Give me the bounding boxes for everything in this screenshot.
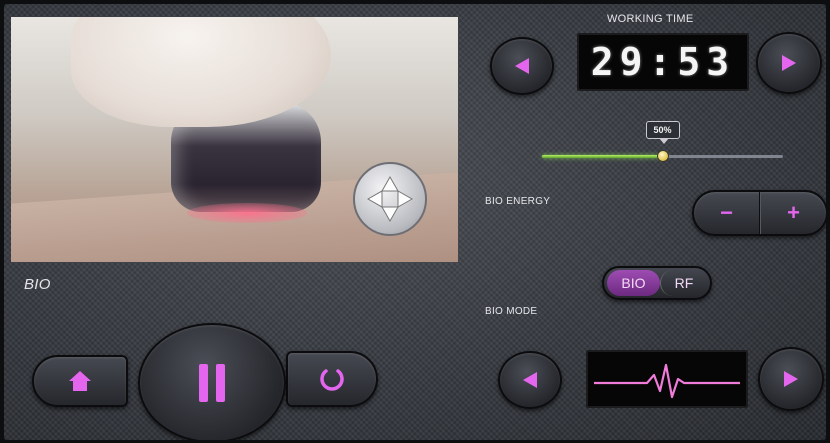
arrow-left-icon: [515, 58, 529, 74]
mode-option-bio[interactable]: BIO: [607, 270, 660, 296]
energy-slider-fill: [542, 155, 663, 158]
working-time-display: 29:53: [577, 33, 749, 91]
waveform-next-button[interactable]: [758, 347, 824, 411]
energy-slider-thumb[interactable]: [656, 150, 669, 162]
video-device-glow: [187, 203, 307, 223]
home-button[interactable]: [32, 355, 128, 407]
energy-stepper: − +: [692, 190, 826, 236]
plus-icon: +: [787, 200, 800, 225]
energy-slider[interactable]: 50%: [542, 121, 783, 162]
heartbeat-wave-icon: [594, 363, 740, 399]
arrow-right-icon: [782, 55, 796, 71]
minus-icon: −: [720, 200, 733, 225]
waveform-display: [586, 350, 748, 408]
bio-mode-label: BIO MODE: [485, 306, 538, 317]
treatment-video[interactable]: [11, 17, 458, 262]
video-label: BIO: [24, 276, 51, 293]
working-time-value: 29:53: [590, 40, 736, 84]
restart-button[interactable]: [286, 351, 378, 407]
pause-icon: [199, 364, 225, 402]
working-time-title: WORKING TIME: [607, 13, 694, 25]
energy-minus-button[interactable]: −: [694, 192, 760, 234]
restart-icon: [320, 369, 344, 391]
energy-plus-button[interactable]: +: [760, 192, 826, 234]
mode-toggle[interactable]: BIO RF: [602, 266, 712, 300]
time-increase-button[interactable]: [756, 32, 822, 94]
waveform-prev-button[interactable]: [498, 351, 562, 409]
arrow-right-icon: [784, 371, 798, 387]
bio-energy-label: BIO ENERGY: [485, 196, 551, 207]
pause-button[interactable]: [138, 323, 286, 440]
time-decrease-button[interactable]: [490, 37, 554, 95]
arrow-left-icon: [523, 372, 537, 388]
home-icon: [69, 371, 91, 391]
dpad-icon: [353, 162, 427, 236]
control-panel: BIO WORKING TIME 29:53 50% BIO ENERGY − …: [4, 4, 826, 440]
energy-slider-tooltip: 50%: [645, 121, 680, 144]
mode-option-rf[interactable]: RF: [659, 270, 707, 296]
